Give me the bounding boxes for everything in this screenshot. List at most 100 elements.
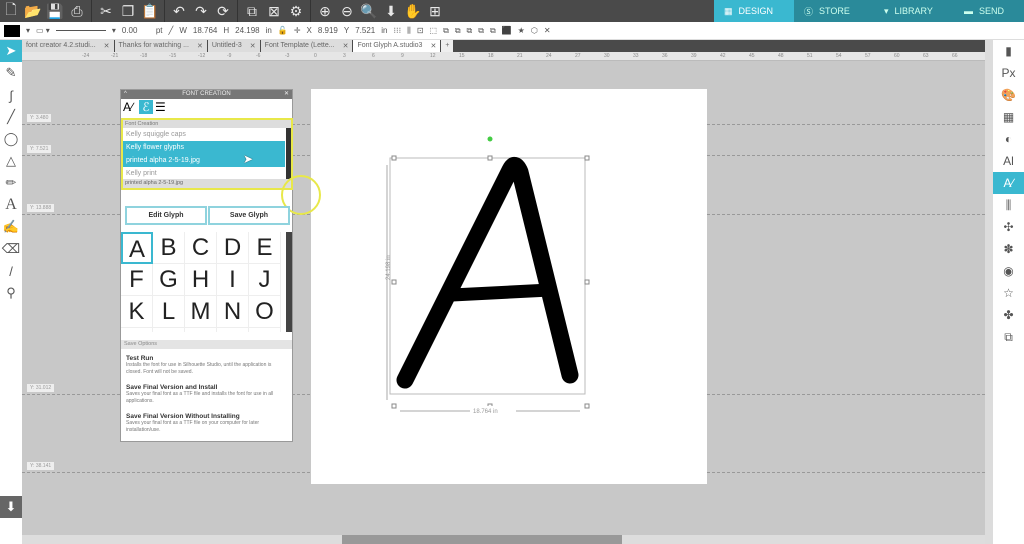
close-panel-icon[interactable]: ✕ (284, 90, 289, 99)
glyph-cell[interactable]: N (217, 296, 249, 328)
fill-panel-icon[interactable]: 🎨 (993, 84, 1024, 106)
shade-icon[interactable]: ◐ (993, 128, 1024, 150)
select-tool-icon[interactable]: ➤ (0, 40, 22, 62)
glyph-scrollbar[interactable] (286, 232, 292, 332)
page-setup-icon[interactable]: ▮ (993, 40, 1024, 62)
glyph-cell[interactable]: L (153, 296, 185, 328)
copy-icon[interactable]: ❐ (117, 0, 139, 22)
resize-handle[interactable] (391, 279, 397, 285)
bring-forward-icon[interactable]: ⧉ (467, 26, 473, 36)
eyedropper-tool-icon[interactable]: ⚲ (0, 282, 22, 304)
tab-3[interactable]: Font Template (Lette... ✕ (260, 40, 353, 52)
save-glyph-button[interactable]: Save Glyph (208, 206, 290, 225)
font-style-tab-icon[interactable]: ℰ (139, 100, 153, 114)
line-type-select[interactable] (55, 30, 106, 31)
group-icon[interactable]: ⧉ (241, 0, 263, 22)
text-tool-icon[interactable]: A (0, 194, 22, 216)
glyph-cell[interactable]: O (249, 296, 281, 328)
resize-handle[interactable] (584, 155, 590, 161)
resize-handle[interactable] (391, 403, 397, 409)
glyph-cell[interactable]: J (249, 264, 281, 296)
pencil-tool-icon[interactable]: ✏ (0, 172, 22, 194)
tab-1[interactable]: Thanks for watching ... ✕ (114, 40, 207, 52)
fit-page-icon[interactable]: ⊞ (424, 0, 446, 22)
nav-design[interactable]: ▦ DESIGN (714, 0, 794, 22)
height-input[interactable]: 24.198 (235, 26, 259, 35)
font-glyph-tab-icon[interactable]: A∕ (123, 100, 137, 114)
nav-send[interactable]: ▬ SEND (954, 0, 1024, 22)
glyph-cell[interactable]: M (185, 296, 217, 328)
group-select-icon[interactable]: ⬚ (430, 26, 438, 35)
resize-handle[interactable] (584, 403, 590, 409)
offset-icon[interactable]: ⬡ (531, 26, 538, 35)
tab-close-icon[interactable]: ✕ (250, 42, 256, 50)
glyph-cell[interactable]: R (185, 328, 217, 332)
glyph-cell[interactable]: B (153, 232, 185, 264)
line-style-icon[interactable]: ▭ ▾ (36, 26, 50, 35)
curve-tool-icon[interactable]: ∫ (0, 84, 22, 106)
paste-icon[interactable]: 📋 (139, 0, 161, 22)
resize-handle[interactable] (584, 279, 590, 285)
layers-icon[interactable]: ⧉ (993, 326, 1024, 348)
download-icon[interactable]: ⬇ (0, 496, 22, 518)
pan-hand-icon[interactable]: ✋ (402, 0, 424, 22)
glyph-cell[interactable]: Q (153, 328, 185, 332)
x-input[interactable]: 8.919 (318, 26, 338, 35)
rotate-handle[interactable] (487, 136, 493, 142)
center-icon[interactable]: ⊡ (417, 26, 424, 35)
tab-2[interactable]: Untitled-3 ✕ (207, 40, 260, 52)
resize-handle[interactable] (391, 155, 397, 161)
text-style-icon[interactable]: Al (993, 150, 1024, 172)
edit-glyph-button[interactable]: Edit Glyph (125, 206, 207, 225)
pattern-icon[interactable]: ▦ (993, 106, 1024, 128)
pixscan-icon[interactable]: Px (993, 62, 1024, 84)
lock-icon[interactable]: 🔓 (278, 26, 288, 35)
line-tool-icon[interactable]: ╱ (0, 106, 22, 128)
trace-icon[interactable]: ✤ (993, 304, 1024, 326)
ellipse-tool-icon[interactable]: ◯ (0, 128, 22, 150)
transform-icon[interactable]: ✣ (993, 216, 1024, 238)
sketch-tool-icon[interactable]: ✍ (0, 216, 22, 238)
zoom-select-icon[interactable]: 🔍 (358, 0, 380, 22)
eraser-tool-icon[interactable]: ⌫ (0, 238, 22, 260)
glyph-cell[interactable]: P (121, 328, 153, 332)
glyph-cell[interactable]: H (185, 264, 217, 296)
star-icon[interactable]: ★ (518, 26, 525, 35)
ungroup-icon[interactable]: ⊠ (263, 0, 285, 22)
modify-icon[interactable]: ◉ (993, 260, 1024, 282)
bring-front-icon[interactable]: ⧉ (455, 26, 461, 36)
line-width-input[interactable]: 0.00 (122, 26, 150, 35)
width-input[interactable]: 18.764 (193, 26, 217, 35)
save-option-2[interactable]: Save Final Version Without Installing Sav… (126, 413, 288, 434)
send-backward-icon[interactable]: ⧉ (478, 26, 484, 36)
collapse-icon[interactable]: ^ (124, 90, 127, 99)
font-creation-icon[interactable]: A∕ (993, 172, 1024, 194)
font-list-item[interactable]: printed alpha 2-5-19.jpg (123, 154, 285, 167)
weld-icon[interactable]: ⬛ (502, 26, 512, 35)
move-down-icon[interactable]: ⬇ (380, 0, 402, 22)
glyph-cell[interactable]: D (217, 232, 249, 264)
resize-handle[interactable] (487, 155, 493, 161)
glyph-cell[interactable]: A (121, 232, 153, 264)
nav-store[interactable]: Ⓢ STORE (794, 0, 874, 22)
new-icon[interactable]: 🗋 (0, 0, 22, 22)
save-icon[interactable]: 💾 (44, 0, 66, 22)
tab-close-icon[interactable]: ✕ (104, 42, 110, 50)
scrollbar-thumb[interactable] (342, 535, 622, 544)
offset-panel-icon[interactable]: ☆ (993, 282, 1024, 304)
tab-close-icon[interactable]: ✕ (343, 42, 349, 50)
tab-close-icon[interactable]: ✕ (197, 42, 203, 50)
glyph-cell[interactable]: C (185, 232, 217, 264)
glyph-cell[interactable]: E (249, 232, 281, 264)
tab-close-icon[interactable]: ✕ (430, 42, 436, 50)
anchor-grid-icon[interactable]: ⁝⁝⁝ (394, 26, 402, 35)
zoom-in-icon[interactable]: ⊕ (314, 0, 336, 22)
font-list-tab-icon[interactable]: ☰ (155, 100, 166, 114)
glyph-cell[interactable]: K (121, 296, 153, 328)
undo-icon[interactable]: ↶ (168, 0, 190, 22)
horizontal-scrollbar[interactable] (22, 535, 985, 544)
glyph-path[interactable] (396, 157, 579, 389)
save-option-1[interactable]: Save Final Version and Install Saves your… (126, 384, 288, 405)
compound-icon[interactable]: ⚙ (285, 0, 307, 22)
tab-4[interactable]: Font Glyph A.studio3 ✕ (353, 40, 441, 52)
